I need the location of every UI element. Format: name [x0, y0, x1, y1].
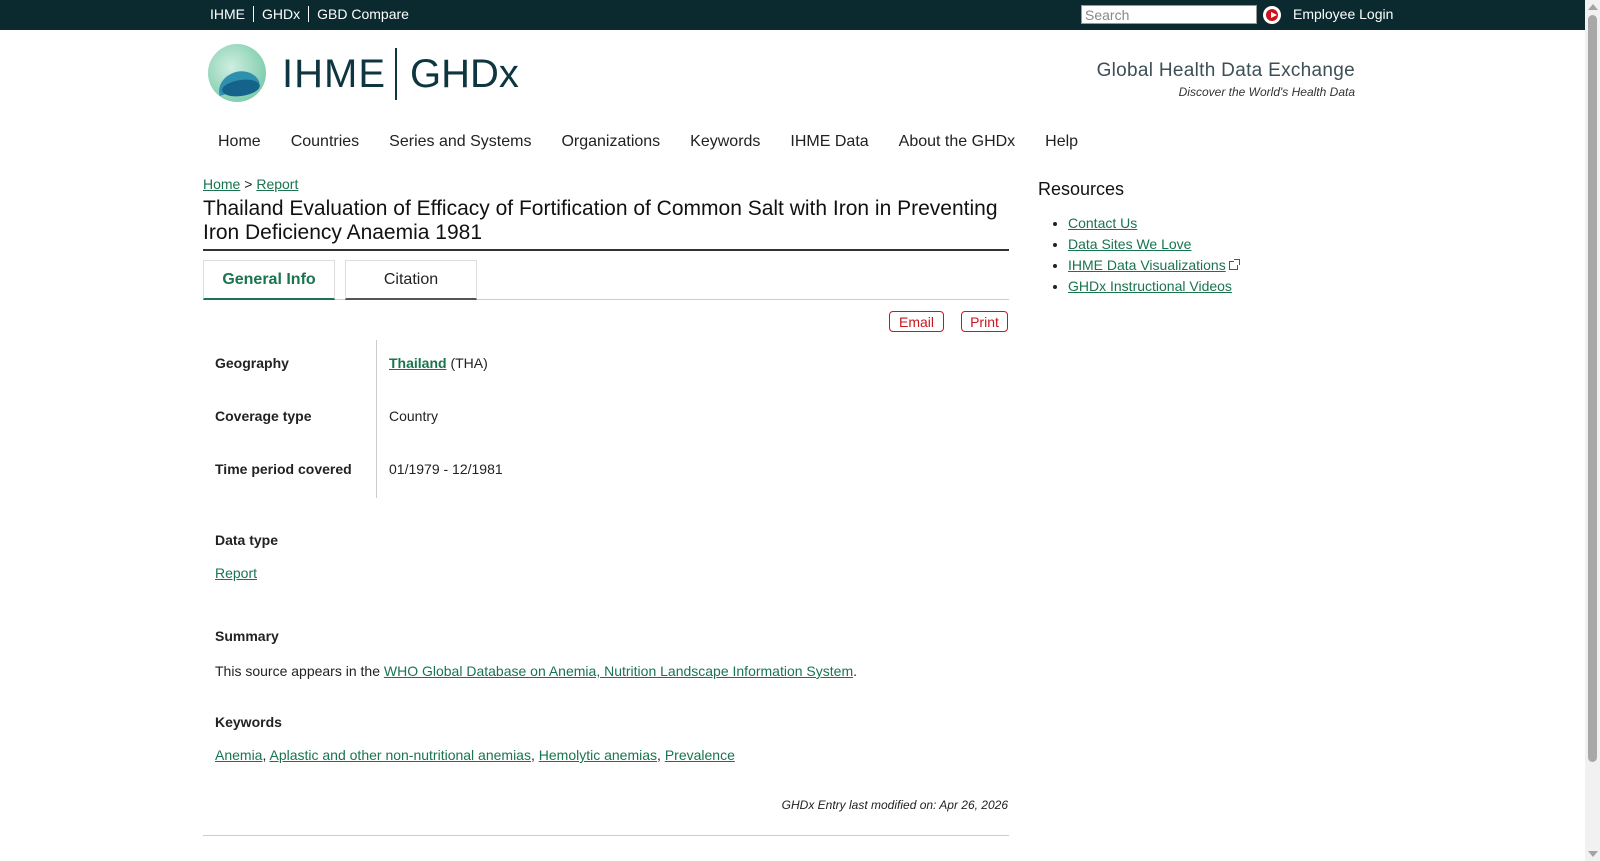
content-bottom-rule	[203, 835, 1009, 836]
resource-item: GHDx Instructional Videos	[1068, 277, 1238, 298]
summary-who-database-link[interactable]: WHO Global Database on Anemia, Nutrition…	[384, 663, 853, 679]
logo-ghdx-text[interactable]: GHDx	[410, 52, 519, 97]
info-table-divider	[376, 340, 377, 498]
employee-login-link[interactable]: Employee Login	[1293, 6, 1393, 22]
nav-series-and-systems[interactable]: Series and Systems	[389, 133, 531, 151]
keyword-hemolytic-anemias[interactable]: Hemolytic anemias	[539, 747, 657, 763]
site-subtagline: Discover the World's Health Data	[1178, 85, 1355, 99]
resources-title: Resources	[1038, 179, 1125, 199]
top-nav: IHME GHDx GBD Compare	[210, 6, 417, 22]
data-type-label: Data type	[215, 532, 279, 548]
nav-countries[interactable]: Countries	[291, 133, 359, 151]
breadcrumb: Home > Report	[203, 176, 298, 192]
site-tagline: Global Health Data Exchange	[1096, 60, 1355, 81]
print-button[interactable]: Print	[961, 311, 1008, 332]
search-submit-button[interactable]	[1263, 6, 1281, 24]
summary-prefix: This source appears in the	[215, 663, 380, 679]
coverage-type-label: Coverage type	[215, 408, 312, 424]
summary-text: This source appears in the WHO Global Da…	[215, 663, 857, 679]
nav-keywords[interactable]: Keywords	[690, 133, 760, 151]
time-period-value: 01/1979 - 12/1981	[389, 461, 503, 477]
resource-item: Contact Us	[1068, 214, 1238, 235]
resources-list: Contact Us Data Sites We Love IHME Data …	[1068, 214, 1240, 298]
geography-code: (THA)	[450, 355, 488, 371]
search-input[interactable]	[1081, 5, 1257, 24]
logo-ihme-text[interactable]: IHME	[282, 52, 386, 97]
vertical-scrollbar[interactable]	[1585, 0, 1600, 861]
nav-help[interactable]: Help	[1045, 133, 1078, 151]
tab-general-info[interactable]: General Info	[203, 260, 335, 300]
email-button[interactable]: Email	[889, 311, 944, 332]
ihme-logo-icon[interactable]	[208, 44, 266, 102]
geography-link-thailand[interactable]: Thailand	[389, 355, 447, 371]
summary-suffix: .	[853, 663, 857, 679]
resource-data-sites-we-love[interactable]: Data Sites We Love	[1068, 236, 1191, 252]
external-link-icon	[1228, 259, 1240, 270]
data-type-value: Report	[215, 565, 257, 581]
summary-label: Summary	[215, 628, 279, 644]
keyword-anemia[interactable]: Anemia	[215, 747, 262, 763]
nav-about-the-ghdx[interactable]: About the GHDx	[899, 133, 1016, 151]
nav-home[interactable]: Home	[218, 133, 261, 151]
top-link-ghdx[interactable]: GHDx	[253, 6, 308, 22]
nav-ihme-data[interactable]: IHME Data	[790, 133, 868, 151]
geography-label: Geography	[215, 355, 289, 371]
nav-organizations[interactable]: Organizations	[561, 133, 660, 151]
geography-value: Thailand (THA)	[389, 355, 989, 371]
resource-ghdx-instructional-videos[interactable]: GHDx Instructional Videos	[1068, 278, 1232, 294]
logo-divider	[395, 48, 397, 100]
tab-citation[interactable]: Citation	[345, 260, 477, 300]
top-bar: IHME GHDx GBD Compare Employee Login	[0, 0, 1585, 30]
keywords-label: Keywords	[215, 714, 282, 730]
keyword-prevalence[interactable]: Prevalence	[665, 747, 735, 763]
scroll-up-arrow-icon[interactable]	[1588, 4, 1598, 10]
last-modified-note: GHDx Entry last modified on: Apr 26, 202…	[781, 798, 1008, 812]
breadcrumb-home[interactable]: Home	[203, 176, 240, 192]
data-type-report-link[interactable]: Report	[215, 565, 257, 581]
resource-contact-us[interactable]: Contact Us	[1068, 215, 1137, 231]
top-link-ihme[interactable]: IHME	[210, 6, 253, 22]
resource-item: IHME Data Visualizations	[1068, 256, 1240, 277]
tab-bar: General Info Citation	[203, 260, 1009, 300]
scrollbar-thumb[interactable]	[1588, 15, 1597, 762]
play-arrow-icon	[1271, 12, 1277, 18]
top-link-gbd-compare[interactable]: GBD Compare	[308, 6, 417, 22]
breadcrumb-separator: >	[244, 176, 253, 192]
main-nav: Home Countries Series and Systems Organi…	[218, 133, 1108, 151]
page-title: Thailand Evaluation of Efficacy of Forti…	[203, 197, 1009, 251]
keyword-aplastic-anemias[interactable]: Aplastic and other non-nutritional anemi…	[269, 747, 531, 763]
time-period-label: Time period covered	[215, 461, 352, 477]
breadcrumb-report[interactable]: Report	[256, 176, 298, 192]
scroll-down-arrow-icon[interactable]	[1588, 851, 1598, 857]
resource-item: Data Sites We Love	[1068, 235, 1238, 256]
coverage-type-value: Country	[389, 408, 439, 424]
keywords-list: Anemia, Aplastic and other non-nutrition…	[215, 747, 735, 763]
resource-ihme-data-visualizations[interactable]: IHME Data Visualizations	[1068, 257, 1226, 273]
